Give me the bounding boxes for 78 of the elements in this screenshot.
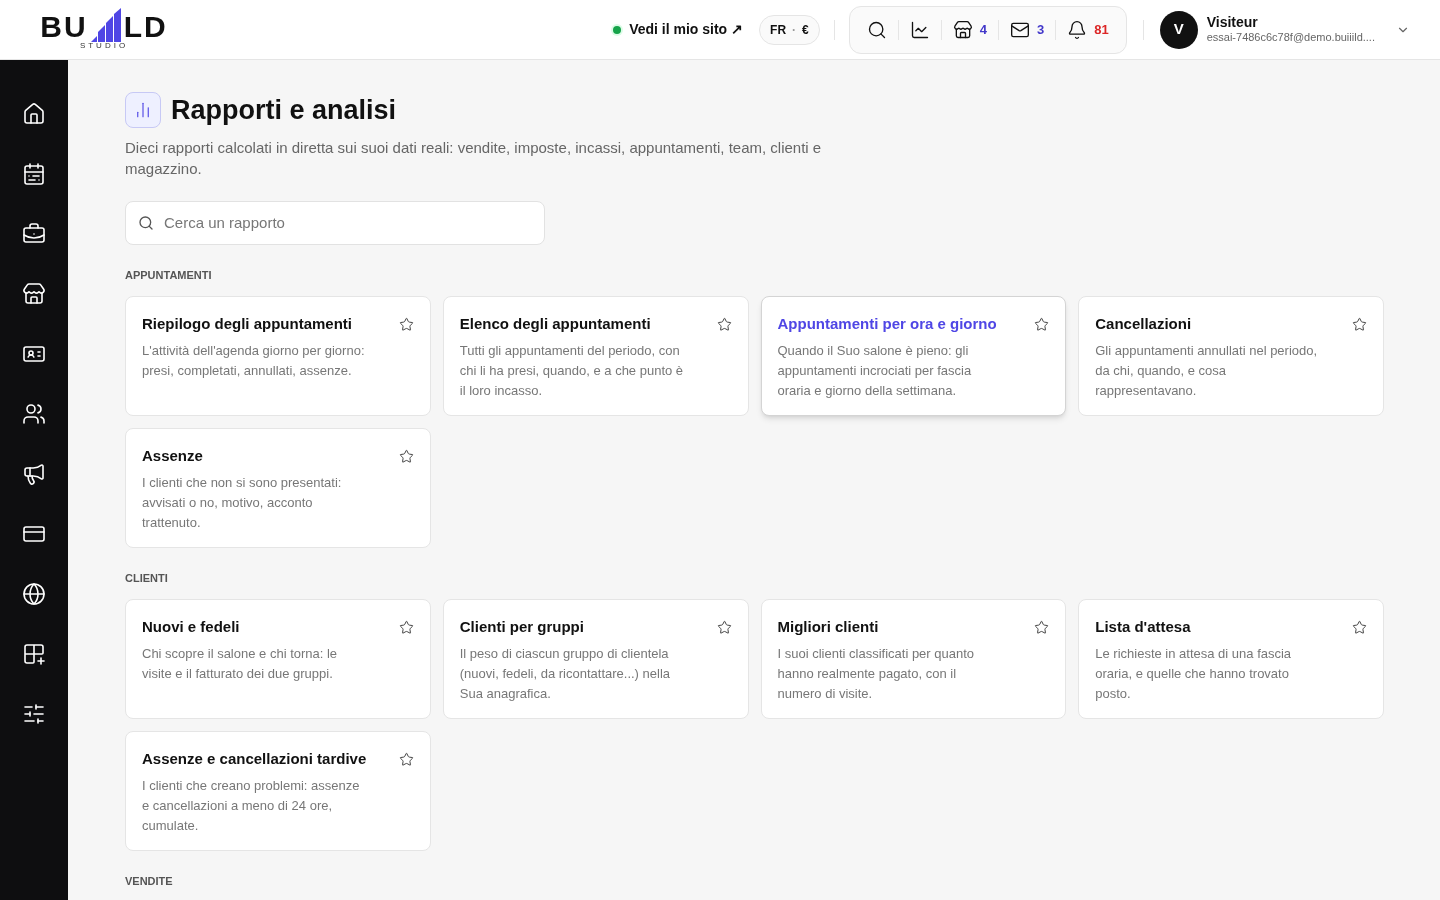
report-card[interactable]: Cancellazioni Gli appuntamenti annullati nel periodo, da chi, quando, e cosa rappresentavano. — [1078, 295, 1384, 416]
bell-icon — [1067, 19, 1088, 40]
card-description: Il peso di ciascun gruppo di clientela (nuovi, fedeli, da ricontattare...) nella Sua anagrafica. — [459, 645, 672, 703]
section-heading: CLIENTI — [125, 571, 169, 585]
card-description: Quando il Suo salone è pieno: gli appuntamenti incrociati per fascia oraria e giorno della settimana. — [777, 342, 973, 400]
search-icon — [866, 19, 887, 40]
logo-subtitle: STUDIO — [79, 39, 129, 52]
card-description: L'attività dell'agenda giorno per giorno: presi, completati, annullati, assenze. — [142, 342, 366, 380]
user-name: Visiteur — [1206, 13, 1259, 32]
logo[interactable]: BU LD STUDIO — [26, 7, 182, 52]
avatar: V — [1159, 10, 1198, 49]
view-site-link[interactable]: Vedi il mio sito ↗ — [613, 19, 744, 40]
card-title: Lista d'attesa — [1095, 616, 1191, 637]
card-description: I clienti che non si sono presentati: avvisati o no, motivo, acconto trattenuto. — [142, 474, 343, 532]
report-card[interactable]: Riepilogo degli appuntamenti L'attività dell'agenda giorno per giorno: presi, completati, annullati, assenze. — [125, 295, 431, 416]
apps-icon — [22, 642, 46, 666]
star-icon[interactable] — [1034, 316, 1050, 332]
card-description: Gli appuntamenti annullati nel periodo, da chi, quando, e cosa rappresentavano. — [1095, 342, 1319, 400]
settings-icon — [22, 702, 46, 726]
globe-icon — [22, 582, 46, 606]
report-card[interactable]: Assenze I clienti che non si sono presentati: avvisati o no, motivo, acconto trattenuto. — [125, 427, 431, 548]
count-label: 3 — [1036, 20, 1045, 39]
star-icon[interactable] — [398, 751, 414, 767]
megaphone-icon — [22, 462, 46, 486]
home-icon — [22, 102, 46, 126]
user-menu[interactable]: V Visiteur essai-7486c6c78f@demo.buiiild.... — [1159, 10, 1410, 49]
report-card[interactable]: Nuovi e fedeli Chi scopre il salone e chi torna: le visite e il fatturato dei due gruppi. — [125, 598, 431, 719]
search-field[interactable]: Cerca un rapporto — [125, 200, 545, 245]
logo-text: LD — [123, 11, 168, 42]
card-description: I suoi clienti classificati per quanto hanno realmente pagato, con il numero di visite. — [777, 645, 976, 703]
card-title: Nuovi e fedeli — [142, 616, 240, 637]
star-icon[interactable] — [716, 619, 732, 635]
star-icon[interactable] — [716, 316, 732, 332]
card-title: Cancellazioni — [1095, 313, 1192, 334]
card-title: Riepilogo degli appuntamenti — [142, 313, 352, 334]
card-description: Le richieste in attesa di una fascia oraria, e quelle che hanno trovato posto. — [1095, 645, 1293, 703]
users-icon — [22, 402, 46, 426]
star-icon[interactable] — [398, 619, 414, 635]
star-icon[interactable] — [398, 316, 414, 332]
user-email: essai-7486c6c78f@demo.buiiild.... — [1206, 31, 1375, 46]
calendar-icon — [22, 162, 46, 186]
report-card[interactable]: Appuntamenti per ora e giorno Quando il Suo salone è pieno: gli appuntamenti incrociati per fascia oraria e giorno della settimana. — [760, 295, 1067, 416]
card-title: Appuntamenti per ora e giorno — [777, 313, 997, 334]
page-subtitle: Dieci rapporti calcolati in diretta sui suoi dati reali: vendite, imposte, incassi, appuntamenti, team, clienti e magazzino. — [125, 137, 823, 179]
store-icon — [952, 19, 973, 40]
card-title: Assenze — [142, 445, 203, 466]
store-button[interactable]: 4 — [941, 11, 998, 48]
section-heading: VENDITE — [125, 874, 174, 888]
star-icon[interactable] — [1352, 316, 1367, 332]
report-card[interactable]: Migliori clienti I suoi clienti classificati per quanto hanno realmente pagato, con il numero di visite. — [760, 598, 1067, 719]
reports-icon — [125, 92, 161, 129]
card-description: Chi scopre il salone e chi torna: le visite e il fatturato dei due gruppi. — [142, 645, 339, 683]
report-card[interactable]: Assenze e cancellazioni tardive I clienti che creano problemi: assenze e cancellazioni a meno di 24 ore, cumulate. — [125, 730, 431, 851]
locale-button[interactable]: FR · € — [759, 14, 820, 45]
bell-button[interactable]: 81 — [1056, 11, 1120, 48]
card-description: Tutti gli appuntamenti del periodo, con chi li ha presi, quando, e a che punto è il loro incasso. — [459, 342, 685, 400]
line-chart-icon — [909, 19, 930, 40]
store-icon — [22, 282, 46, 306]
count-label: 81 — [1094, 20, 1109, 39]
card-description: I clienti che creano problemi: assenze e cancellazioni a meno di 24 ore, cumulate. — [142, 777, 361, 835]
card-title: Clienti per gruppi — [459, 616, 584, 637]
report-card[interactable]: Clienti per gruppi Il peso di ciascun gruppo di clientela (nuovi, fedeli, da ricontattare...) nella Sua anagrafica. — [442, 598, 749, 719]
count-label: 4 — [979, 20, 987, 39]
report-card[interactable]: Elenco degli appuntamenti Tutti gli appuntamenti del periodo, con chi li ha presi, quando, e a che punto è il loro incasso. — [442, 295, 749, 416]
section-heading: APPUNTAMENTI — [125, 268, 213, 282]
star-icon[interactable] — [1352, 619, 1367, 635]
mail-button[interactable]: 3 — [998, 11, 1056, 48]
logo-text: BU — [40, 11, 88, 42]
star-icon[interactable] — [1034, 619, 1050, 635]
star-icon[interactable] — [398, 448, 414, 464]
page-title: Rapporti e analisi — [171, 94, 397, 127]
report-card[interactable]: Lista d'attesa Le richieste in attesa di una fascia oraria, e quelle che hanno trovato posto. — [1078, 598, 1384, 719]
sidebar-item[interactable] — [20, 580, 48, 608]
card-title: Elenco degli appuntamenti — [459, 313, 651, 334]
card-title: Assenze e cancellazioni tardive — [142, 748, 367, 769]
briefcase-icon — [22, 222, 46, 246]
search-icon — [138, 214, 154, 231]
card-title: Migliori clienti — [777, 616, 879, 637]
